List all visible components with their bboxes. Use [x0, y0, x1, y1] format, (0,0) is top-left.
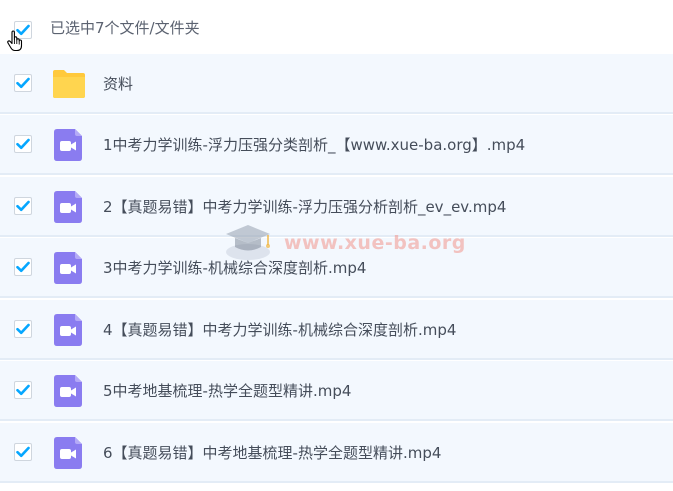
- video-icon: [54, 252, 82, 284]
- row-checkbox[interactable]: [14, 197, 32, 215]
- file-name[interactable]: 4【真题易错】中考力学训练-机械综合深度剖析.mp4: [103, 320, 456, 340]
- file-name[interactable]: 2【真题易错】中考力学训练-浮力压强分析剖析_ev_ev.mp4: [103, 197, 506, 217]
- checkmark-icon: [16, 200, 30, 212]
- checkmark-icon: [16, 261, 30, 273]
- video-icon: [54, 129, 82, 161]
- file-name[interactable]: 资料: [103, 74, 133, 94]
- file-name[interactable]: 3中考力学训练-机械综合深度剖析.mp4: [103, 258, 366, 278]
- hand-cursor-icon: [7, 30, 23, 52]
- file-row[interactable]: 4【真题易错】中考力学训练-机械综合深度剖析.mp4: [0, 300, 673, 360]
- file-row[interactable]: 3中考力学训练-机械综合深度剖析.mp4: [0, 238, 673, 298]
- video-icon: [54, 314, 82, 346]
- file-row[interactable]: 资料: [0, 54, 673, 114]
- file-row[interactable]: 2【真题易错】中考力学训练-浮力压强分析剖析_ev_ev.mp4: [0, 177, 673, 237]
- file-row[interactable]: 5中考地基梳理-热学全题型精讲.mp4: [0, 361, 673, 421]
- video-icon: [54, 375, 82, 407]
- file-name[interactable]: 6【真题易错】中考地基梳理-热学全题型精讲.mp4: [103, 443, 441, 463]
- file-row[interactable]: 6【真题易错】中考地基梳理-热学全题型精讲.mp4: [0, 423, 673, 483]
- video-icon: [54, 437, 82, 469]
- file-row[interactable]: 1中考力学训练-浮力压强分类剖析_【www.xue-ba.org】.mp4: [0, 115, 673, 175]
- checkmark-icon: [16, 138, 30, 150]
- row-checkbox[interactable]: [14, 320, 32, 338]
- row-checkbox[interactable]: [14, 381, 32, 399]
- folder-icon: [53, 70, 85, 98]
- file-name[interactable]: 5中考地基梳理-热学全题型精讲.mp4: [103, 381, 351, 401]
- row-checkbox[interactable]: [14, 258, 32, 276]
- selection-header: 已选中7个文件/文件夹: [0, 0, 673, 54]
- selection-count-label: 已选中7个文件/文件夹: [50, 19, 200, 37]
- checkmark-icon: [16, 323, 30, 335]
- video-icon: [54, 191, 82, 223]
- checkmark-icon: [16, 384, 30, 396]
- checkmark-icon: [16, 77, 30, 89]
- checkmark-icon: [16, 446, 30, 458]
- row-checkbox[interactable]: [14, 443, 32, 461]
- file-name[interactable]: 1中考力学训练-浮力压强分类剖析_【www.xue-ba.org】.mp4: [103, 135, 525, 155]
- row-checkbox[interactable]: [14, 74, 32, 92]
- row-checkbox[interactable]: [14, 135, 32, 153]
